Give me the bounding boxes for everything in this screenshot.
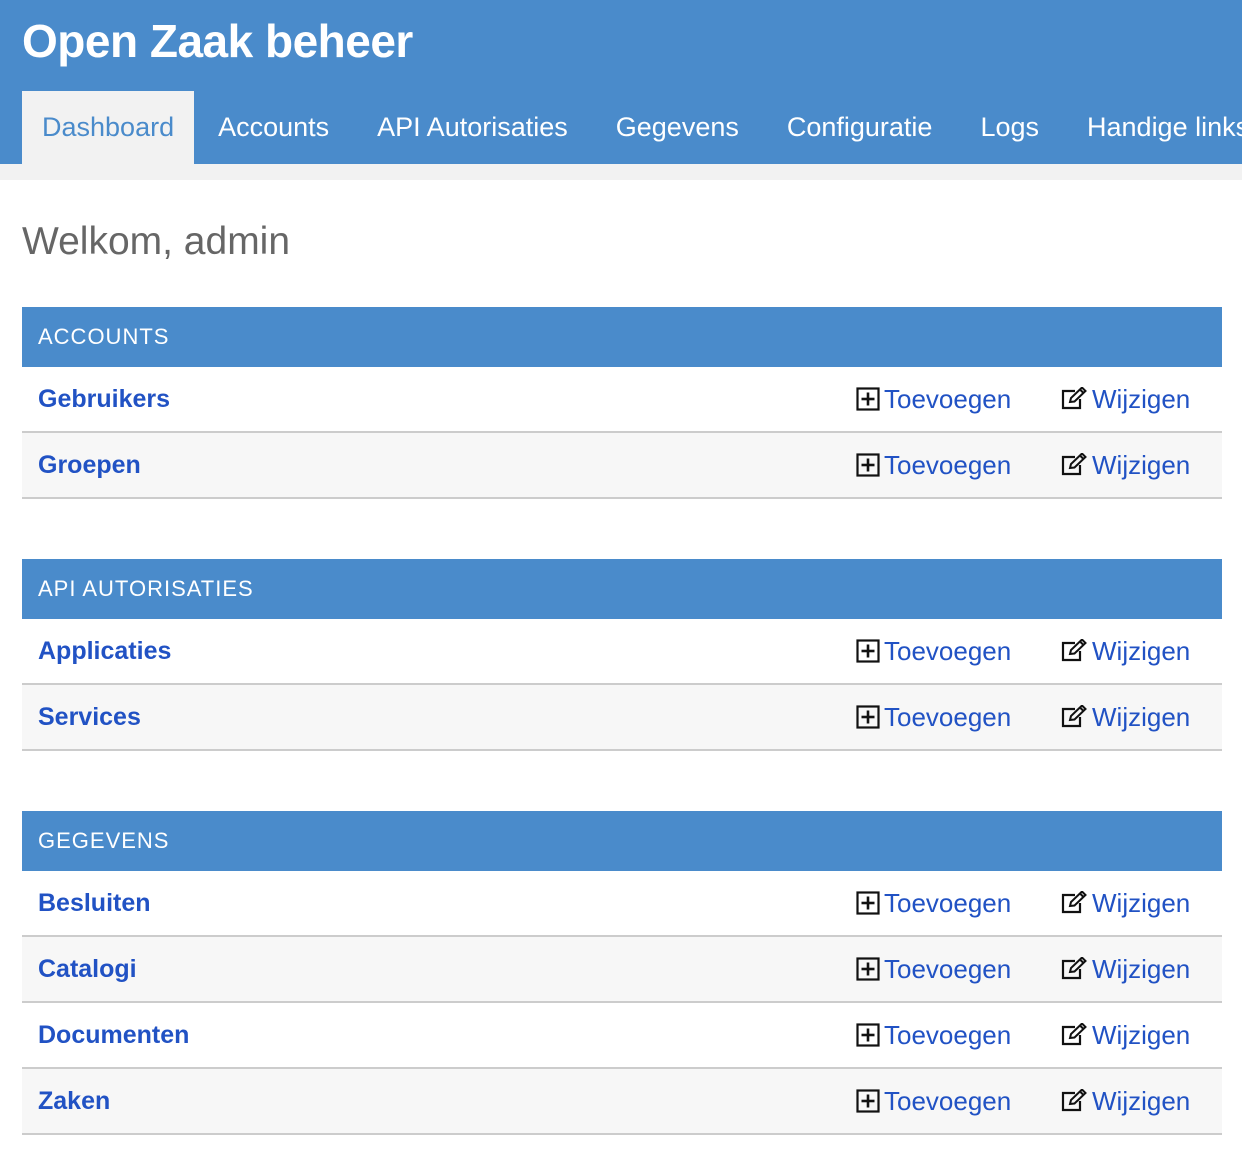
- plus-square-icon: [856, 1089, 884, 1113]
- add-button[interactable]: Toevoegen: [856, 619, 1011, 683]
- change-button[interactable]: Wijzigen: [1060, 433, 1190, 497]
- nav-underbar: [0, 164, 1242, 180]
- change-label: Wijzigen: [1092, 954, 1191, 984]
- change-button[interactable]: Wijzigen: [1060, 937, 1190, 1001]
- model-row-documenten: Documenten Toevoegen Wijzigen: [22, 1003, 1222, 1069]
- module-api-autorisaties: API AUTORISATIES Applicaties Toevoegen Wijz…: [22, 559, 1222, 751]
- tab-dashboard[interactable]: Dashboard: [22, 91, 195, 164]
- edit-icon: [1060, 639, 1092, 663]
- model-row-zaken: Zaken Toevoegen Wijzigen: [22, 1069, 1222, 1135]
- plus-square-icon: [856, 957, 884, 981]
- edit-icon: [1060, 705, 1092, 729]
- tab-handige-links[interactable]: Handige links: [1063, 91, 1242, 164]
- add-button[interactable]: Toevoegen: [856, 1003, 1011, 1067]
- module-header[interactable]: ACCOUNTS: [22, 307, 1222, 367]
- model-link-catalogi[interactable]: Catalogi: [38, 937, 137, 1001]
- tab-configuratie[interactable]: Configuratie: [763, 91, 957, 164]
- plus-square-icon: [856, 1023, 884, 1047]
- change-label: Wijzigen: [1092, 702, 1191, 732]
- module-header[interactable]: API AUTORISATIES: [22, 559, 1222, 619]
- tab-gegevens[interactable]: Gegevens: [592, 91, 763, 164]
- model-link-zaken[interactable]: Zaken: [38, 1069, 110, 1133]
- plus-square-icon: [856, 705, 884, 729]
- tab-accounts[interactable]: Accounts: [194, 91, 353, 164]
- add-button[interactable]: Toevoegen: [856, 937, 1011, 1001]
- plus-square-icon: [856, 387, 884, 411]
- add-label: Toevoegen: [884, 954, 1012, 984]
- model-link-gebruikers[interactable]: Gebruikers: [38, 367, 170, 431]
- edit-icon: [1060, 387, 1092, 411]
- model-link-documenten[interactable]: Documenten: [38, 1003, 189, 1067]
- site-title[interactable]: Open Zaak beheer: [22, 14, 413, 68]
- model-row-groepen: Groepen Toevoegen Wijzigen: [22, 433, 1222, 499]
- plus-square-icon: [856, 891, 884, 915]
- model-row-services: Services Toevoegen Wijzigen: [22, 685, 1222, 751]
- tab-api-autorisaties[interactable]: API Autorisaties: [353, 91, 592, 164]
- model-row-catalogi: Catalogi Toevoegen Wijzigen: [22, 937, 1222, 1003]
- add-label: Toevoegen: [884, 1020, 1012, 1050]
- model-link-groepen[interactable]: Groepen: [38, 433, 141, 497]
- model-row-besluiten: Besluiten Toevoegen Wijzigen: [22, 871, 1222, 937]
- change-button[interactable]: Wijzigen: [1060, 619, 1190, 683]
- change-label: Wijzigen: [1092, 384, 1191, 414]
- add-label: Toevoegen: [884, 1086, 1012, 1116]
- module-accounts: ACCOUNTS Gebruikers Toevoegen Wijzigen Groep…: [22, 307, 1222, 499]
- edit-icon: [1060, 453, 1092, 477]
- add-label: Toevoegen: [884, 384, 1012, 414]
- main-nav: Dashboard Accounts API Autorisaties Gege…: [22, 91, 1242, 164]
- change-button[interactable]: Wijzigen: [1060, 1069, 1190, 1133]
- site-header: Open Zaak beheer Dashboard Accounts API …: [0, 0, 1242, 164]
- change-button[interactable]: Wijzigen: [1060, 367, 1190, 431]
- page-title: Welkom, admin: [22, 220, 291, 263]
- edit-icon: [1060, 957, 1092, 981]
- plus-square-icon: [856, 639, 884, 663]
- tab-logs[interactable]: Logs: [956, 91, 1063, 164]
- add-button[interactable]: Toevoegen: [856, 871, 1011, 935]
- add-button[interactable]: Toevoegen: [856, 1069, 1011, 1133]
- add-button[interactable]: Toevoegen: [856, 367, 1011, 431]
- model-link-besluiten[interactable]: Besluiten: [38, 871, 151, 935]
- add-label: Toevoegen: [884, 636, 1012, 666]
- change-label: Wijzigen: [1092, 1020, 1191, 1050]
- change-label: Wijzigen: [1092, 636, 1191, 666]
- plus-square-icon: [856, 453, 884, 477]
- change-button[interactable]: Wijzigen: [1060, 1003, 1190, 1067]
- model-link-services[interactable]: Services: [38, 685, 141, 749]
- module-header[interactable]: GEGEVENS: [22, 811, 1222, 871]
- add-label: Toevoegen: [884, 888, 1012, 918]
- add-button[interactable]: Toevoegen: [856, 433, 1011, 497]
- add-label: Toevoegen: [884, 702, 1012, 732]
- model-row-gebruikers: Gebruikers Toevoegen Wijzigen: [22, 367, 1222, 433]
- change-label: Wijzigen: [1092, 888, 1191, 918]
- edit-icon: [1060, 1023, 1092, 1047]
- change-label: Wijzigen: [1092, 450, 1191, 480]
- model-row-applicaties: Applicaties Toevoegen Wijzigen: [22, 619, 1222, 685]
- add-label: Toevoegen: [884, 450, 1012, 480]
- add-button[interactable]: Toevoegen: [856, 685, 1011, 749]
- model-link-applicaties[interactable]: Applicaties: [38, 619, 171, 683]
- change-button[interactable]: Wijzigen: [1060, 871, 1190, 935]
- change-button[interactable]: Wijzigen: [1060, 685, 1190, 749]
- edit-icon: [1060, 891, 1092, 915]
- module-gegevens: GEGEVENS Besluiten Toevoegen Wijzigen Catalo…: [22, 811, 1222, 1135]
- change-label: Wijzigen: [1092, 1086, 1191, 1116]
- edit-icon: [1060, 1089, 1092, 1113]
